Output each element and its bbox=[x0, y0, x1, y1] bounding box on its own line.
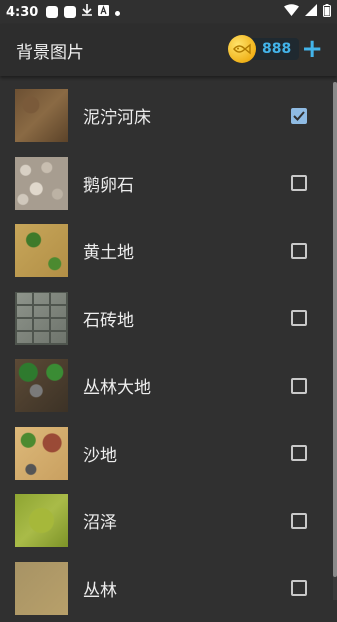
notification-icon bbox=[64, 6, 76, 18]
background-thumbnail bbox=[15, 157, 68, 210]
dot-icon bbox=[115, 5, 120, 20]
background-thumbnail bbox=[15, 562, 68, 615]
wifi-icon bbox=[284, 4, 299, 20]
checkmark-icon bbox=[293, 111, 305, 121]
background-thumbnail bbox=[15, 89, 68, 142]
background-name: 石砖地 bbox=[83, 306, 134, 331]
checkbox[interactable] bbox=[291, 445, 307, 461]
background-name: 沙地 bbox=[83, 441, 117, 466]
background-thumbnail bbox=[15, 427, 68, 480]
app-bar: 背景图片 888 + bbox=[0, 24, 337, 76]
checkbox[interactable] bbox=[291, 378, 307, 394]
background-thumbnail bbox=[15, 224, 68, 277]
background-thumbnail bbox=[15, 494, 68, 547]
background-name: 沼泽 bbox=[83, 508, 117, 533]
a-icon bbox=[98, 5, 109, 20]
list-item[interactable]: 泥泞河床 bbox=[0, 82, 333, 150]
checkbox[interactable] bbox=[291, 310, 307, 326]
download-icon bbox=[82, 4, 92, 20]
coin-balance[interactable]: 888 + bbox=[228, 35, 323, 63]
list-item[interactable]: 沙地 bbox=[0, 420, 333, 488]
notification-icon bbox=[46, 6, 58, 18]
checkbox[interactable] bbox=[291, 175, 307, 191]
status-time: 4:30 bbox=[6, 5, 38, 20]
background-list: 泥泞河床 鹅卵石 黄土地 石砖地 丛林大地 沙地 沼泽 丛林 bbox=[0, 82, 333, 622]
list-item[interactable]: 沼泽 bbox=[0, 487, 333, 555]
background-name: 泥泞河床 bbox=[83, 103, 151, 128]
background-name: 丛林 bbox=[83, 576, 117, 601]
list-item[interactable]: 石砖地 bbox=[0, 285, 333, 353]
background-name: 丛林大地 bbox=[83, 373, 151, 398]
battery-icon bbox=[323, 4, 331, 21]
checkbox[interactable] bbox=[291, 243, 307, 259]
background-thumbnail bbox=[15, 292, 68, 345]
checkbox[interactable] bbox=[291, 580, 307, 596]
background-name: 鹅卵石 bbox=[83, 171, 134, 196]
background-thumbnail bbox=[15, 359, 68, 412]
background-name: 黄土地 bbox=[83, 238, 134, 263]
coin-count: 888 bbox=[250, 38, 299, 60]
fish-coin-icon bbox=[228, 35, 256, 63]
status-bar: 4:30 bbox=[0, 0, 337, 24]
list-item[interactable]: 丛林大地 bbox=[0, 352, 333, 420]
signal-icon bbox=[305, 4, 317, 20]
list-item[interactable]: 黄土地 bbox=[0, 217, 333, 285]
scrollbar[interactable] bbox=[333, 82, 337, 600]
checkbox[interactable] bbox=[291, 513, 307, 529]
page-title: 背景图片 bbox=[16, 38, 84, 63]
checkbox[interactable] bbox=[291, 108, 307, 124]
scrollbar-thumb[interactable] bbox=[333, 82, 337, 577]
list-item[interactable]: 鹅卵石 bbox=[0, 150, 333, 218]
add-coins-button[interactable]: + bbox=[301, 38, 323, 60]
list-item[interactable]: 丛林 bbox=[0, 555, 333, 622]
